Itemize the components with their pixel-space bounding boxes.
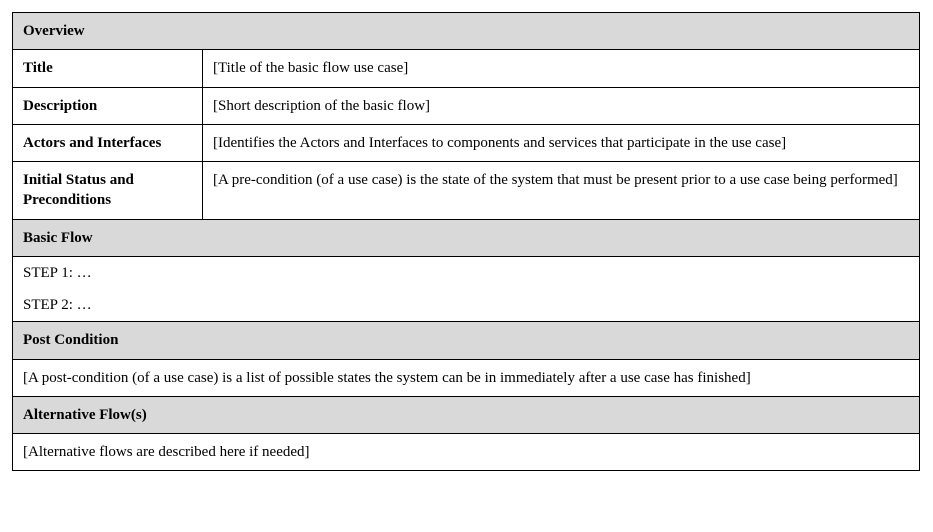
basic-flow-step-1: STEP 1: … [13,256,920,289]
use-case-template-table: Overview Title [Title of the basic flow … [12,12,920,471]
description-label: Description [13,87,203,124]
title-label: Title [13,50,203,87]
overview-header: Overview [13,13,920,50]
description-value: [Short description of the basic flow] [203,87,920,124]
post-condition-header: Post Condition [13,322,920,359]
title-value: [Title of the basic flow use case] [203,50,920,87]
post-condition-content: [A post-condition (of a use case) is a l… [13,359,920,396]
alternative-flow-content: [Alternative flows are described here if… [13,434,920,471]
basic-flow-header: Basic Flow [13,219,920,256]
basic-flow-step-2: STEP 2: … [13,289,920,322]
initial-status-label: Initial Status and Preconditions [13,162,203,220]
alternative-flow-header: Alternative Flow(s) [13,396,920,433]
initial-status-value: [A pre-condition (of a use case) is the … [203,162,920,220]
actors-label: Actors and Interfaces [13,124,203,161]
actors-value: [Identifies the Actors and Interfaces to… [203,124,920,161]
